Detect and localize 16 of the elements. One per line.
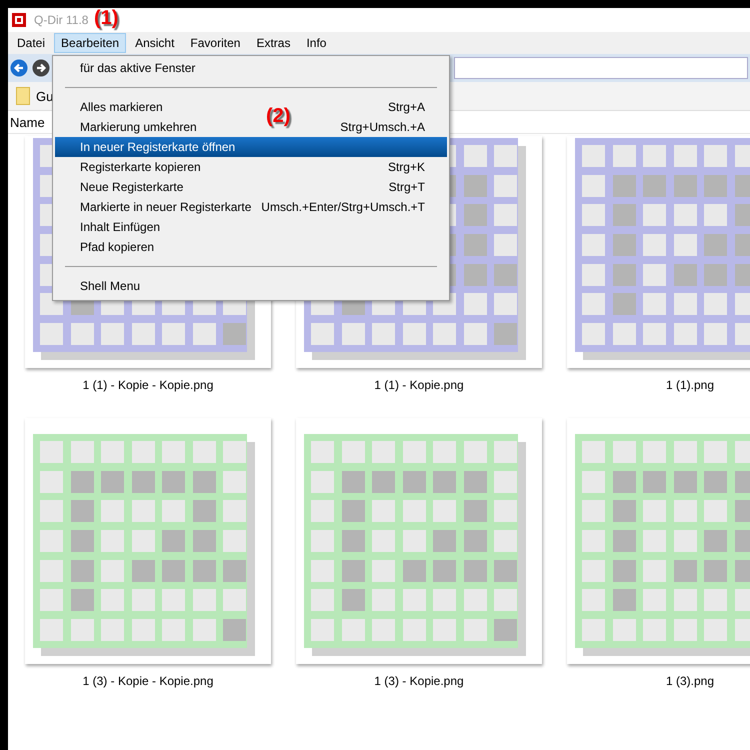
annotation-label: (1) [94, 8, 118, 30]
menu-item-label: Registerkarte kopieren [80, 160, 201, 174]
menu-item-label: Markierung umkehren [80, 120, 197, 134]
menu-item-label: Markierte in neuer Registerkarte [80, 200, 252, 214]
menu-item-label: Neue Registerkarte [80, 180, 184, 194]
menu-item-label: Pfad kopieren [80, 240, 154, 254]
menu-item-label: Inhalt Einfügen [80, 220, 160, 234]
menu-item-label: Shell Menu [80, 279, 140, 293]
annotation-label: (2) [266, 105, 290, 128]
window-title: Q-Dir 11.8 [34, 13, 88, 27]
menu-item-label: In neuer Registerkarte öffnen [80, 140, 236, 154]
shortcut-label: Strg+K [388, 160, 425, 174]
shortcut-label: Strg+Umsch.+A [340, 120, 425, 134]
menu-item-label: für das aktive Fenster [80, 61, 196, 75]
shortcut-label: Umsch.+Enter/Strg+Umsch.+T [261, 200, 425, 214]
shortcut-label: Strg+T [388, 180, 425, 194]
